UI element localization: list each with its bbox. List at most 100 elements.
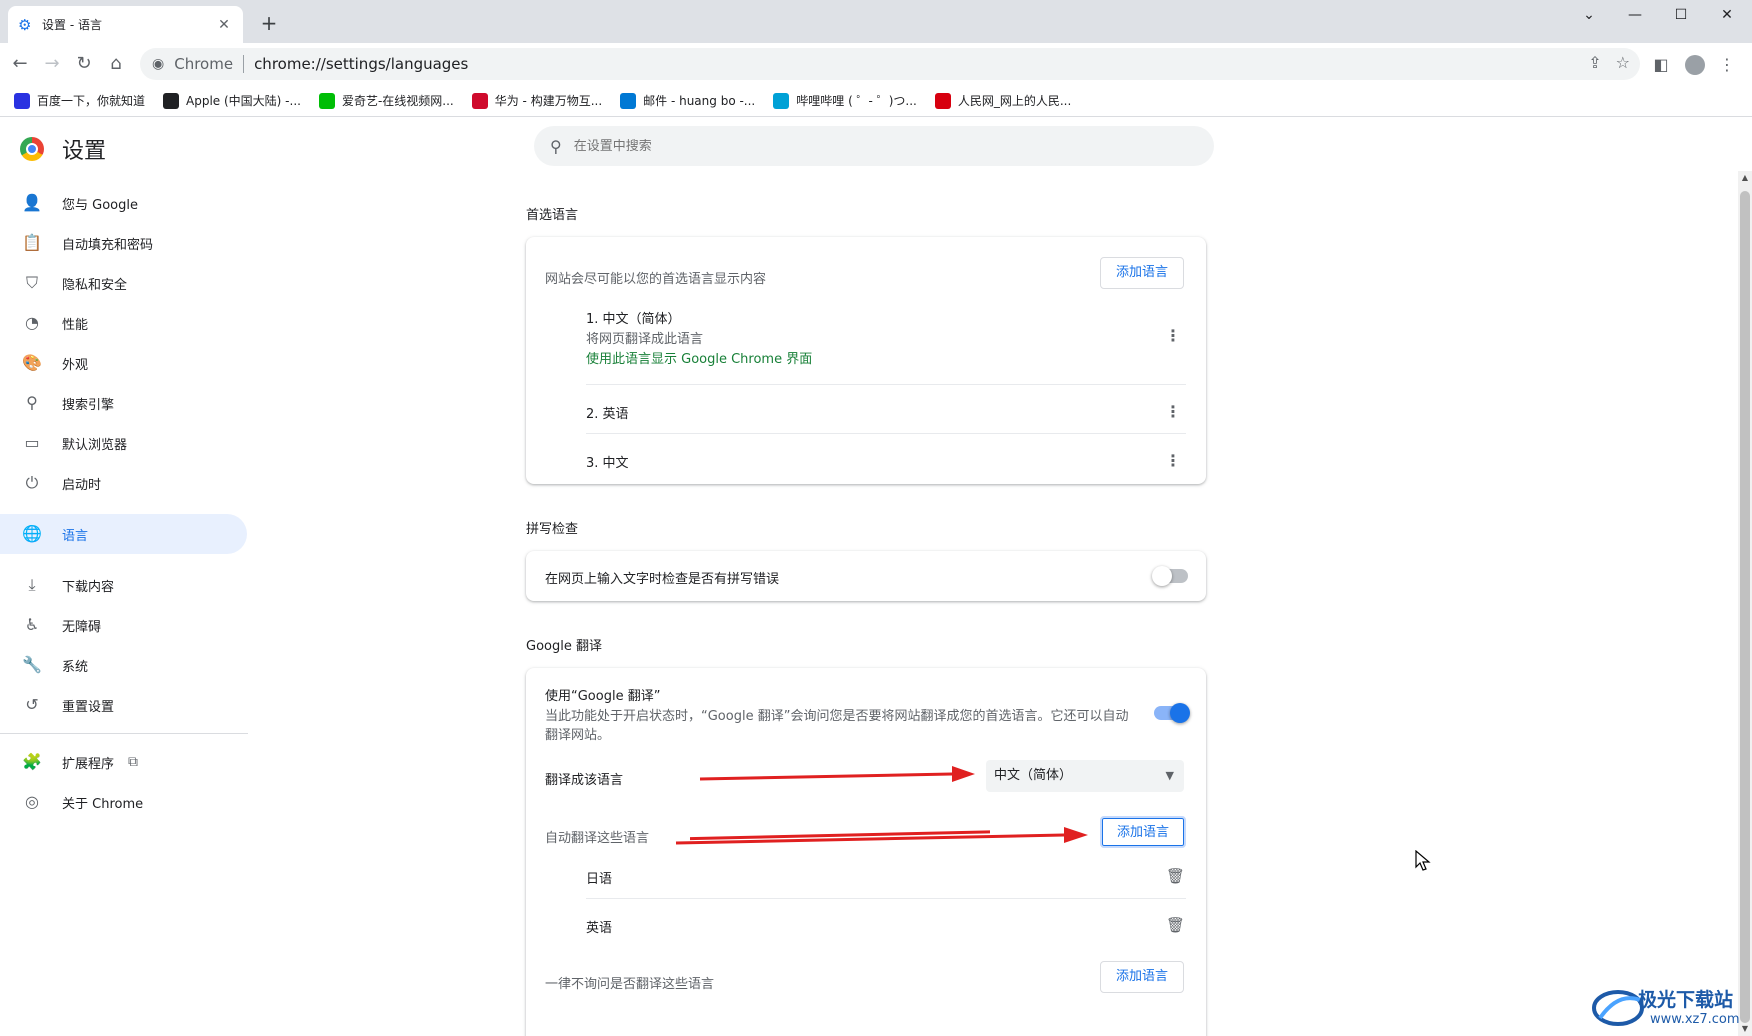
bookmark-item[interactable]: 邮件 - huang bo -... <box>620 92 755 109</box>
scroll-up-arrow-icon[interactable]: ▲ <box>1738 171 1752 185</box>
sidebar-item[interactable]: 🌐 语言 <box>0 514 247 554</box>
bookmark-item[interactable]: 哔哩哔哩 ( ゜- ゜)つ... <box>773 92 917 109</box>
bookmark-item[interactable]: Apple (中国大陆) -... <box>163 92 301 109</box>
translate-target-select[interactable]: 中文（简体） ▼ <box>986 760 1184 792</box>
close-tab-icon[interactable]: ✕ <box>215 16 233 34</box>
language-item-1-more-icon[interactable]: ⋮ <box>1163 326 1183 346</box>
mouse-cursor-icon <box>1415 850 1431 871</box>
delete-language-icon[interactable]: 🗑 <box>1166 916 1185 934</box>
new-tab-button[interactable]: + <box>258 12 280 34</box>
sidebar-item[interactable]: ⤓ 下载内容 <box>0 565 248 605</box>
sidebar-item-label: 下载内容 <box>62 579 115 595</box>
sidebar-item[interactable]: 🔧 系统 <box>0 645 248 685</box>
tab-settings[interactable]: ⚙ 设置 - 语言 ✕ <box>8 6 243 43</box>
bookmark-label: 百度一下，你就知道 <box>37 94 146 108</box>
minimize-button[interactable]: — <box>1612 4 1658 26</box>
bookmark-item[interactable]: 爱奇艺-在线视频网... <box>318 92 454 109</box>
settings-page: 设置 ⚲ 👤 您与 Google 📋 自动填充和密码 ⛉ 隐私和安全 ◔ 性能 🎨 外观 ⚲ 搜索引擎… <box>0 117 1752 1036</box>
forward-button[interactable]: → <box>40 52 64 76</box>
language-item-3-label: 3. 中文 <box>586 456 629 471</box>
spellcheck-label: 在网页上输入文字时检查是否有拼写错误 <box>545 572 780 587</box>
sidebar-item-label: 重置设置 <box>62 699 115 715</box>
auto-language-item: 日语 <box>586 872 613 887</box>
search-input[interactable] <box>573 138 1174 154</box>
reload-button[interactable]: ↻ <box>72 52 96 76</box>
bookmark-favicon-icon <box>163 92 180 109</box>
site-label: Chrome <box>174 55 234 73</box>
accessibility-icon: ♿ <box>24 615 40 634</box>
add-never-translate-language-button[interactable]: 添加语言 <box>1100 961 1185 993</box>
auto-language-item: 英语 <box>586 921 613 936</box>
bookmark-item[interactable]: 人民网_网上的人民... <box>934 92 1072 109</box>
settings-search[interactable]: ⚲ <box>534 126 1214 166</box>
window-close-button[interactable]: ✕ <box>1704 4 1750 26</box>
shield-icon: ⛉ <box>25 273 38 292</box>
sidebar-item-label: 性能 <box>62 317 89 333</box>
sidebar-item[interactable]: ⛉ 隐私和安全 <box>0 263 248 303</box>
bookmark-label: 华为 - 构建万物互... <box>494 94 603 108</box>
sidebar-item-label: 默认浏览器 <box>62 437 128 453</box>
page-scrollbar[interactable]: ▲ ▼ <box>1738 171 1752 1036</box>
sidebar-item[interactable]: ♿ 无障碍 <box>0 605 248 645</box>
auto-translate-label: 自动翻译这些语言 <box>545 831 650 846</box>
url-text: chrome://settings/languages <box>254 55 469 73</box>
wrench-icon: 🔧 <box>22 655 42 674</box>
delete-language-icon[interactable]: 🗑 <box>1166 867 1185 885</box>
spellcheck-toggle[interactable] <box>1152 566 1188 586</box>
add-auto-translate-language-button[interactable]: 添加语言 <box>1100 816 1187 848</box>
language-item-2-more-icon[interactable]: ⋮ <box>1163 402 1183 422</box>
scrollbar-thumb[interactable] <box>1740 191 1750 1023</box>
sidebar-item[interactable]: ▭ 默认浏览器 <box>0 423 248 463</box>
bookmark-item[interactable]: 百度一下，你就知道 <box>14 92 145 109</box>
profile-avatar[interactable] <box>1685 55 1705 75</box>
menu-kebab-icon[interactable]: ⋮ <box>1718 56 1736 74</box>
speedometer-icon: ◔ <box>25 313 39 332</box>
sidebar-item[interactable]: ◎ 关于 Chrome <box>0 782 248 822</box>
sidebar-item[interactable]: ◔ 性能 <box>0 303 248 343</box>
side-panel-icon[interactable]: ◧ <box>1652 56 1670 74</box>
address-bar[interactable]: ◉ Chrome chrome://settings/languages ⇪ ☆ <box>140 48 1640 80</box>
share-icon[interactable]: ⇪ <box>1588 53 1601 72</box>
tab-title: 设置 - 语言 <box>42 18 102 32</box>
language-item-1-sub: 将网页翻译成此语言 <box>586 332 704 347</box>
bookmark-favicon-icon <box>934 92 951 109</box>
settings-header: 设置 <box>20 133 106 165</box>
translate-toggle[interactable] <box>1154 703 1190 723</box>
spellcheck-card: 在网页上输入文字时检查是否有拼写错误 <box>526 551 1206 601</box>
sidebar-divider <box>0 733 248 734</box>
home-button[interactable]: ⌂ <box>104 52 128 76</box>
sidebar-item[interactable]: 📋 自动填充和密码 <box>0 223 248 263</box>
sidebar-item[interactable]: ⏻ 启动时 <box>0 463 248 503</box>
back-button[interactable]: ← <box>8 52 32 76</box>
sidebar-item-label: 扩展程序 <box>62 756 115 772</box>
sidebar-item-label: 自动填充和密码 <box>62 237 154 253</box>
translate-target-label: 翻译成该语言 <box>545 773 624 788</box>
download-icon: ⤓ <box>28 575 36 594</box>
never-translate-label: 一律不询问是否翻译这些语言 <box>545 977 715 992</box>
puzzle-icon: 🧩 <box>22 752 42 771</box>
bookmark-label: 人民网_网上的人民... <box>957 94 1072 108</box>
sidebar-item[interactable]: 🧩 扩展程序 ⧉ <box>0 742 248 782</box>
tab-search-chevron-icon[interactable]: ⌄ <box>1566 4 1612 26</box>
clipboard-icon: 📋 <box>22 233 42 252</box>
bookmark-star-icon[interactable]: ☆ <box>1616 53 1630 72</box>
language-item-3-more-icon[interactable]: ⋮ <box>1163 451 1183 471</box>
sidebar-item-label: 系统 <box>62 659 89 675</box>
sidebar-item[interactable]: 👤 您与 Google <box>0 183 248 223</box>
sidebar-item[interactable]: ↺ 重置设置 <box>0 685 248 725</box>
palette-icon: 🎨 <box>22 353 42 372</box>
bookmarks-bar: 百度一下，你就知道 Apple (中国大陆) -... 爱奇艺-在线视频网... 华为… <box>0 85 1752 117</box>
google-translate-heading: Google 翻译 <box>526 639 602 654</box>
sidebar-item[interactable]: 🎨 外观 <box>0 343 248 383</box>
sidebar-item-label: 无障碍 <box>62 619 102 635</box>
bookmark-favicon-icon <box>14 92 30 109</box>
sidebar-item-label: 启动时 <box>62 477 102 493</box>
toggle-knob <box>1170 703 1190 723</box>
sidebar-item-label: 语言 <box>62 528 89 544</box>
bookmark-item[interactable]: 华为 - 构建万物互... <box>471 92 603 109</box>
bookmark-label: Apple (中国大陆) -... <box>186 94 301 108</box>
language-item-1-note: 使用此语言显示 Google Chrome 界面 <box>586 352 813 367</box>
sidebar-item[interactable]: ⚲ 搜索引擎 <box>0 383 248 423</box>
add-preferred-language-button[interactable]: 添加语言 <box>1100 257 1185 289</box>
maximize-button[interactable]: ☐ <box>1658 4 1704 26</box>
